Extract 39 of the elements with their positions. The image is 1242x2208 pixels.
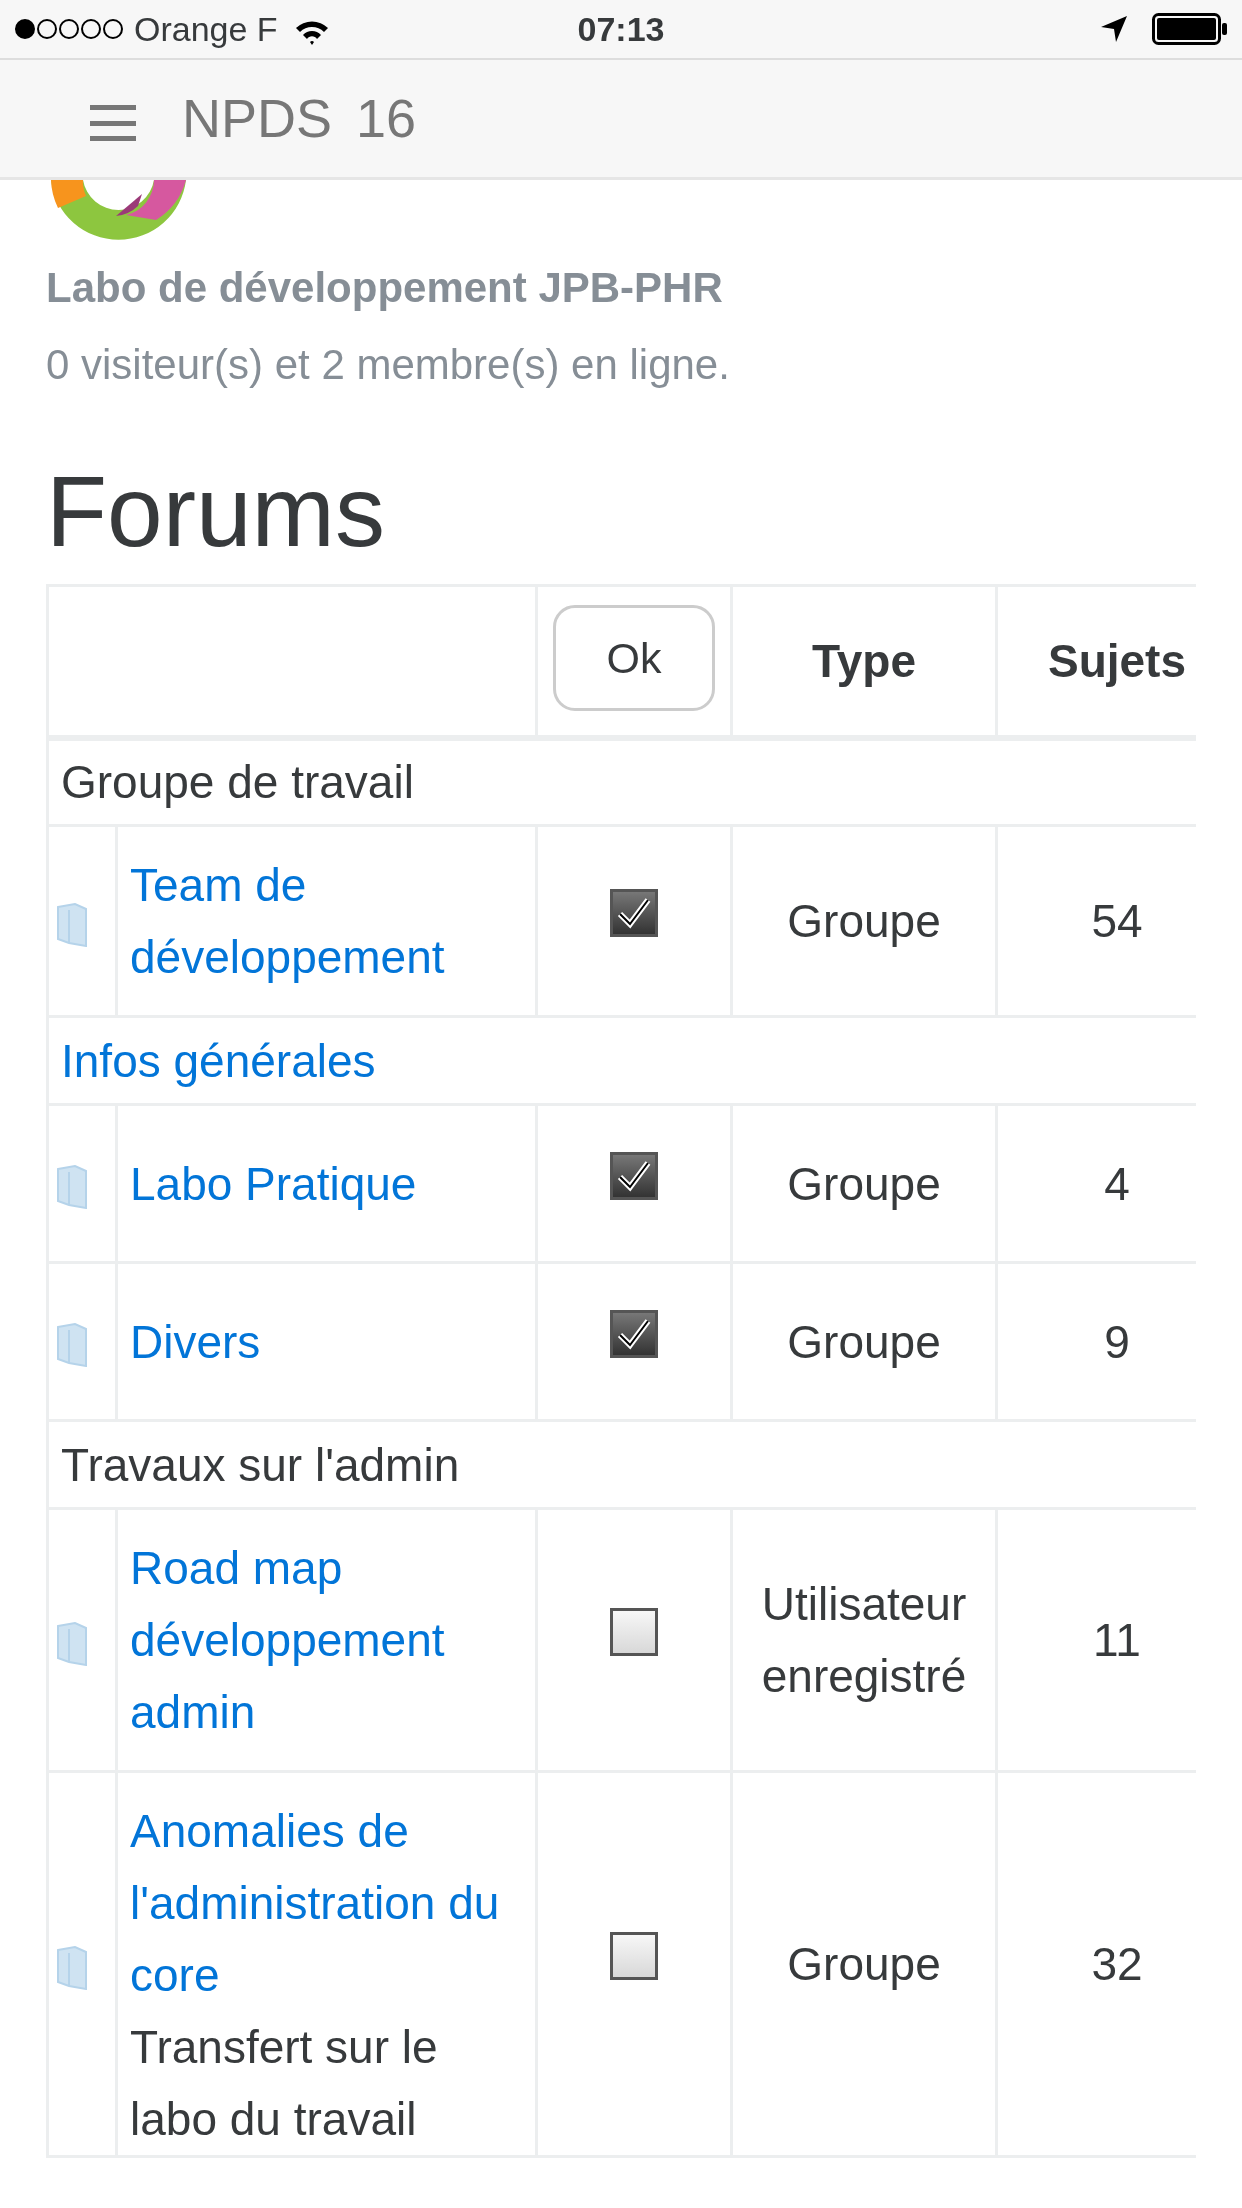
brand-link[interactable]: NPDS [182, 78, 333, 159]
category-title: Groupe de travail [61, 756, 414, 809]
location-arrow-icon [1100, 15, 1128, 43]
menu-icon[interactable] [90, 102, 136, 143]
topics-count: 54 [1091, 895, 1143, 947]
folder-icon [57, 1165, 87, 1210]
page-heading: Forums [46, 456, 386, 566]
type-cell: Groupe [787, 1157, 941, 1210]
type-cell: Groupe [787, 1315, 941, 1368]
folder-icon [57, 1323, 87, 1368]
folder-icon [57, 1945, 87, 1990]
column-header: Sujets [996, 585, 1196, 738]
topics-count: 4 [1104, 1157, 1130, 1210]
checkbox[interactable] [610, 889, 658, 937]
ok-button[interactable]: Ok [553, 605, 715, 711]
category-link[interactable]: Infos générales [61, 1034, 376, 1087]
checkbox[interactable] [610, 1608, 658, 1656]
column-header: Type [731, 585, 997, 738]
version-number: 16 [356, 87, 417, 150]
carrier-name: Orange F [134, 8, 278, 50]
topics-count: 11 [1093, 1614, 1141, 1666]
site-name: Labo de développement JPB-PHR [46, 263, 724, 313]
checkbox[interactable] [610, 1932, 658, 1980]
checkbox[interactable] [610, 1309, 658, 1358]
online-users-text: 0 visiteur(s) et 2 membre(s) en ligne. [46, 340, 731, 390]
forum-link[interactable]: Anomalies de l'administration du core [130, 1795, 523, 2011]
clock-time: 07:13 [577, 9, 665, 48]
category-title: Travaux sur l'admin [61, 1438, 460, 1491]
folder-icon [57, 902, 87, 947]
topics-count: 32 [1091, 1938, 1143, 1990]
topics-count: 9 [1104, 1315, 1130, 1368]
type-cell: Groupe [787, 1938, 941, 1990]
battery-icon [1152, 13, 1228, 45]
type-cell: Groupe [787, 895, 941, 947]
checkbox[interactable] [610, 1151, 658, 1200]
signal-icon [14, 18, 126, 40]
type-cell: Utilisateur enregistré [761, 1578, 967, 1702]
folder-icon [57, 1621, 87, 1666]
forum-description: Transfert sur le labo du travail [130, 2020, 439, 2147]
